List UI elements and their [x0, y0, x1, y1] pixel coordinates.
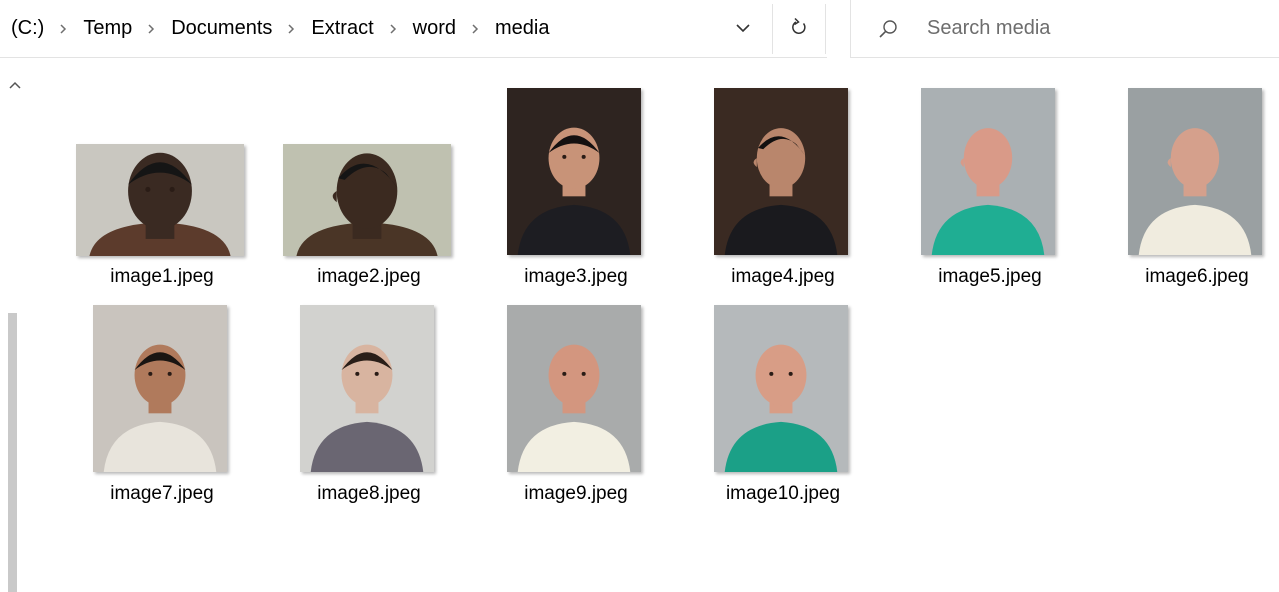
- file-name-label: image6.jpeg: [1145, 266, 1249, 287]
- file-name-label: image10.jpeg: [725, 483, 841, 504]
- file-thumbnail[interactable]: [1128, 88, 1262, 255]
- file-name-label: image5.jpeg: [938, 266, 1042, 287]
- file-name-label: image8.jpeg: [317, 483, 421, 504]
- file-thumbnail[interactable]: [93, 305, 227, 472]
- file-item[interactable]: image10.jpeg: [663, 0, 863, 524]
- file-item[interactable]: image5.jpeg: [870, 0, 1070, 524]
- file-item[interactable]: image7.jpeg: [42, 0, 242, 524]
- file-name-label: image9.jpeg: [524, 483, 628, 504]
- file-thumbnail[interactable]: [507, 305, 641, 472]
- file-thumbnail[interactable]: [921, 88, 1055, 255]
- file-grid: image1.jpeg image2.jpeg image3.jpeg image4.…: [0, 0, 1279, 524]
- file-item[interactable]: image6.jpeg: [1077, 0, 1277, 524]
- file-item[interactable]: image9.jpeg: [456, 0, 656, 524]
- file-thumbnail[interactable]: [300, 305, 434, 472]
- file-name-label: image7.jpeg: [110, 483, 214, 504]
- file-thumbnail[interactable]: [714, 305, 848, 472]
- file-item[interactable]: image8.jpeg: [249, 0, 449, 524]
